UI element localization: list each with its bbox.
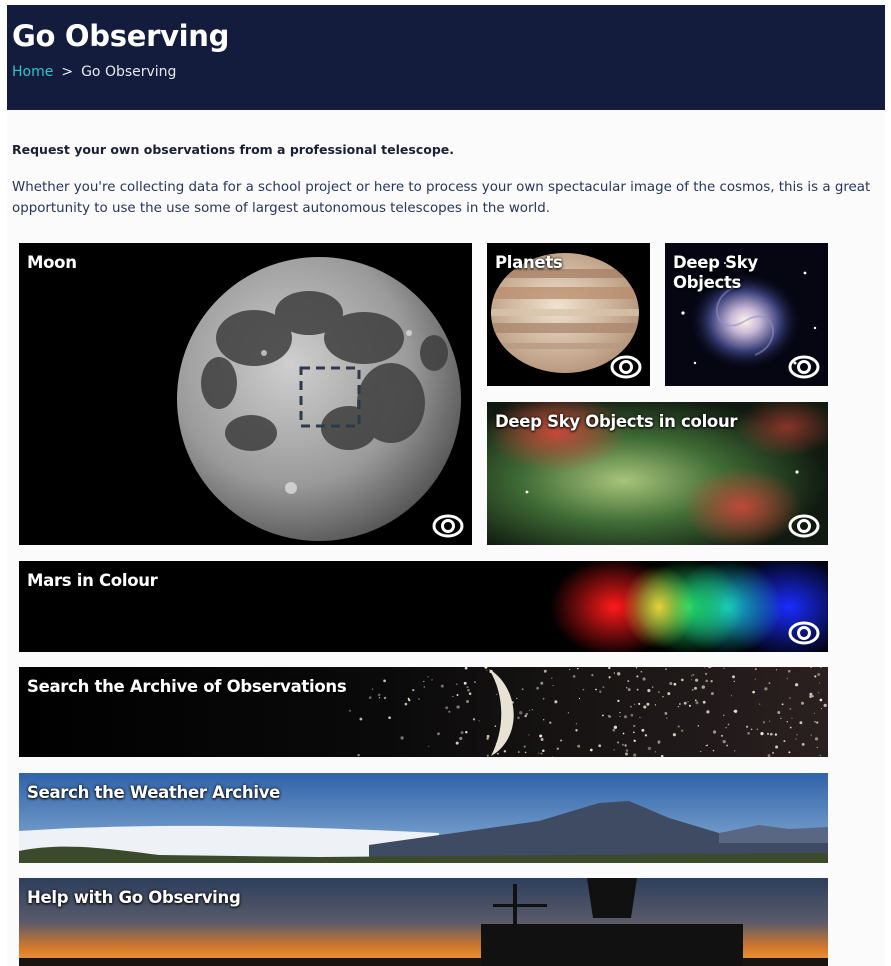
breadcrumb-home-link[interactable]: Home: [12, 64, 53, 80]
tile-deep-sky-objects-title: Deep Sky Objects: [673, 253, 758, 293]
eye-icon: [788, 621, 820, 645]
tile-mars-colour[interactable]: Mars in Colour: [19, 561, 828, 652]
tile-weather-archive-title: Search the Weather Archive: [27, 783, 281, 802]
tile-mars-colour-title: Mars in Colour: [27, 571, 158, 590]
tile-archive[interactable]: Search the Archive of Observations: [19, 667, 828, 757]
tile-weather-archive[interactable]: Search the Weather Archive: [19, 773, 828, 863]
eye-icon: [610, 355, 642, 379]
breadcrumb-current: Go Observing: [81, 64, 177, 80]
tile-planets[interactable]: Planets: [487, 243, 650, 386]
tile-help-title: Help with Go Observing: [27, 888, 241, 907]
tile-deep-sky-colour-title: Deep Sky Objects in colour: [495, 412, 738, 431]
eye-icon: [432, 514, 464, 538]
tile-deep-sky-objects[interactable]: Deep Sky Objects: [665, 243, 828, 386]
title-line-2: Objects: [673, 273, 742, 292]
eye-icon: [788, 514, 820, 538]
tile-archive-title: Search the Archive of Observations: [27, 677, 347, 696]
tile-moon-title: Moon: [27, 253, 77, 272]
title-line-1: Deep Sky: [673, 253, 758, 272]
page: Go Observing Home > Go Observing Request y…: [0, 0, 891, 966]
eye-icon: [788, 355, 820, 379]
page-title: Go Observing: [12, 19, 230, 53]
moon-image: [19, 243, 472, 545]
tile-help[interactable]: Help with Go Observing: [19, 878, 828, 966]
page-header: Go Observing Home > Go Observing: [7, 5, 885, 110]
tile-planets-title: Planets: [495, 253, 563, 272]
tile-moon[interactable]: Moon: [19, 243, 472, 545]
breadcrumb-separator: >: [61, 64, 74, 80]
tile-deep-sky-colour[interactable]: Deep Sky Objects in colour: [487, 402, 828, 545]
intro-text: Whether you're collecting data for a sch…: [12, 180, 871, 216]
main-content: Request your own observations from a pro…: [7, 110, 885, 966]
intro-lead: Request your own observations from a pro…: [12, 142, 454, 157]
breadcrumb: Home > Go Observing: [12, 64, 176, 80]
